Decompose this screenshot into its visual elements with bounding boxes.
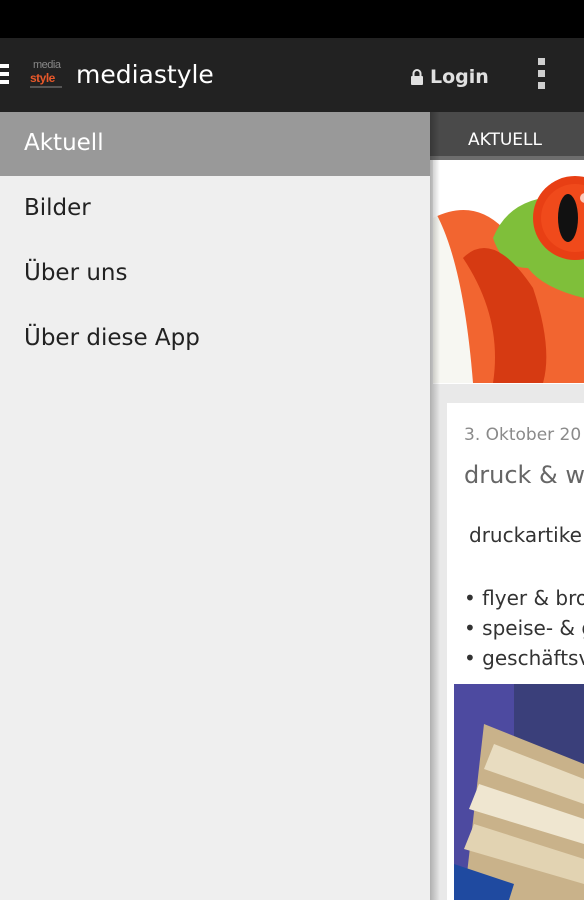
featured-card[interactable] <box>433 160 584 384</box>
action-bar: media style mediastyle Login <box>0 38 584 112</box>
post-card[interactable]: 3. Oktober 20 druck & we druckartike • f… <box>447 403 584 900</box>
lock-icon <box>411 69 423 85</box>
menu-icon[interactable] <box>0 64 9 86</box>
drawer-item-label: Über diese App <box>24 325 200 351</box>
login-label: Login <box>430 66 489 88</box>
logo-text-top: media <box>33 59 61 71</box>
list-item: • flyer & bros <box>464 586 584 610</box>
list-item: • geschäftsv <box>464 646 584 670</box>
overflow-menu-icon[interactable] <box>528 58 554 94</box>
post-intro: druckartike <box>469 523 582 547</box>
logo-text-bottom: style <box>30 71 55 85</box>
drawer-item-label: Bilder <box>24 195 91 221</box>
list-item: • speise- & g <box>464 616 584 640</box>
tab-bar: AKTUELL <box>430 112 584 160</box>
app-logo[interactable]: media style <box>29 59 64 91</box>
post-title[interactable]: druck & we <box>464 461 584 489</box>
tab-aktuell[interactable]: AKTUELL <box>468 130 542 150</box>
drawer-item-aktuell[interactable]: Aktuell <box>0 112 430 176</box>
drawer-item-bilder[interactable]: Bilder <box>0 177 430 241</box>
drawer-item-ueber-diese-app[interactable]: Über diese App <box>0 307 430 371</box>
paper-samples-image <box>454 684 584 900</box>
login-button[interactable]: Login <box>410 64 489 90</box>
frog-image <box>433 168 584 383</box>
drawer-item-ueber-uns[interactable]: Über uns <box>0 242 430 306</box>
navigation-drawer: Aktuell Bilder Über uns Über diese App <box>0 112 430 900</box>
app-title[interactable]: mediastyle <box>76 60 214 89</box>
drawer-item-label: Aktuell <box>24 130 104 156</box>
post-date: 3. Oktober 20 <box>464 425 582 445</box>
bullet-list: • flyer & bros • speise- & g • geschäfts… <box>464 583 584 673</box>
status-bar <box>0 0 584 38</box>
drawer-item-label: Über uns <box>24 260 128 286</box>
